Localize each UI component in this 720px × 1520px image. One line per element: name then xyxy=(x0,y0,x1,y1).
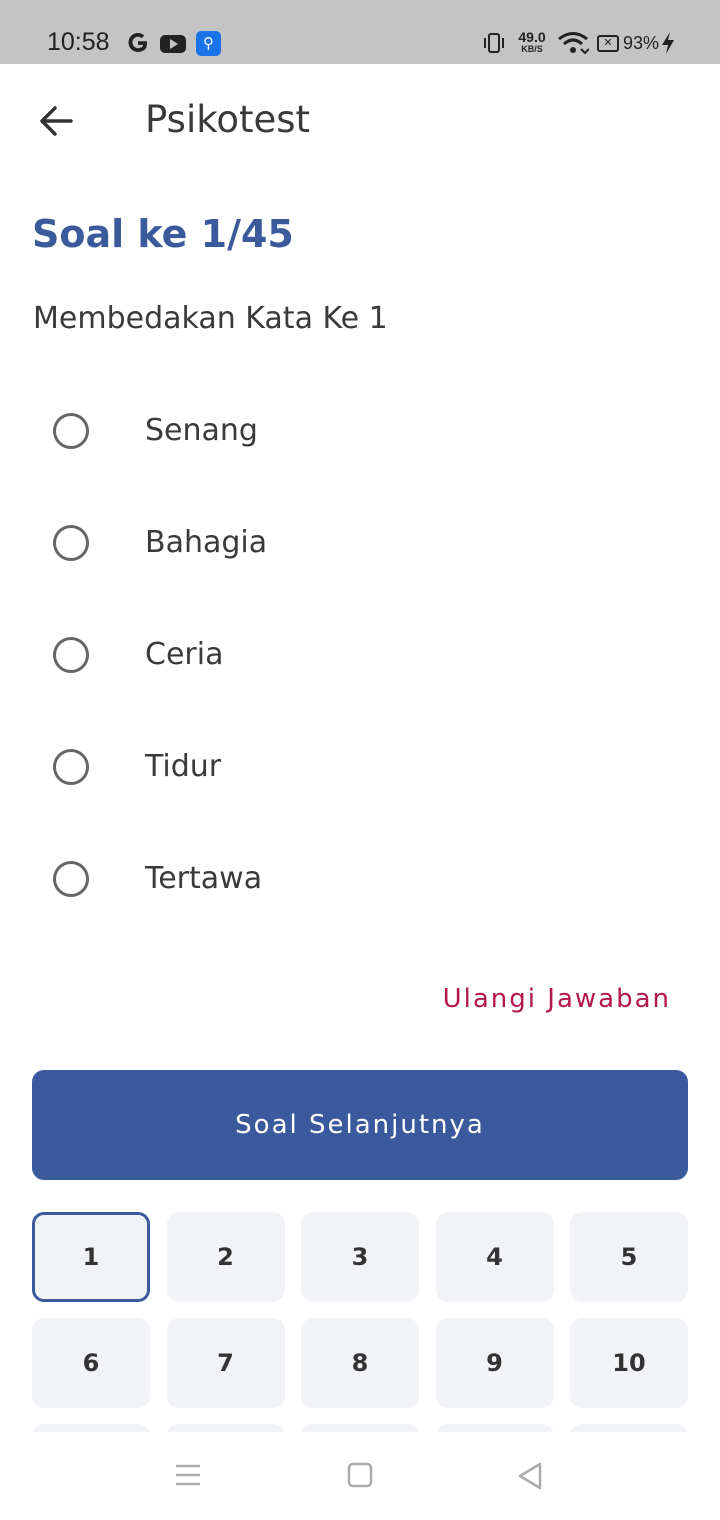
wifi-icon xyxy=(558,32,589,55)
radio-button[interactable] xyxy=(53,749,89,785)
radio-button[interactable] xyxy=(53,861,89,897)
arrow-left-icon xyxy=(40,106,73,136)
question-nav-grid: 1 2 3 4 5 6 7 8 9 10 xyxy=(32,1212,688,1432)
page-title: Psikotest xyxy=(145,98,311,141)
answer-option-label: Tertawa xyxy=(145,861,263,896)
answer-option[interactable]: Tidur xyxy=(32,722,688,812)
answer-option-label: Senang xyxy=(145,413,258,448)
status-bar: 10:58 ⚲ 49.0 KB/S ✕ 93% xyxy=(0,0,720,64)
question-nav-item[interactable]: 2 xyxy=(166,1212,285,1302)
question-nav-item[interactable] xyxy=(570,1424,688,1432)
question-nav-item[interactable] xyxy=(301,1424,419,1432)
google-icon xyxy=(128,33,147,52)
system-nav-bar xyxy=(0,1432,720,1520)
radio-button[interactable] xyxy=(53,525,89,561)
question-nav-item[interactable]: 6 xyxy=(32,1318,150,1408)
answer-option[interactable]: Senang xyxy=(32,386,688,476)
status-time: 10:58 xyxy=(47,28,110,56)
menu-icon[interactable] xyxy=(175,1462,201,1488)
radio-button[interactable] xyxy=(53,637,89,673)
question-nav-item[interactable] xyxy=(435,1424,554,1432)
question-nav-item[interactable]: 8 xyxy=(301,1318,419,1408)
youtube-icon xyxy=(160,35,186,53)
question-nav-item[interactable]: 10 xyxy=(570,1318,688,1408)
back-nav-icon[interactable] xyxy=(517,1462,543,1490)
charging-icon xyxy=(662,32,674,54)
answer-option-label: Bahagia xyxy=(145,525,268,560)
home-icon[interactable] xyxy=(347,1462,373,1488)
question-nav-item[interactable]: 9 xyxy=(435,1318,554,1408)
battery-saver-icon: ✕ xyxy=(597,35,619,52)
answer-option[interactable]: Ceria xyxy=(32,610,688,700)
question-nav-item[interactable]: 3 xyxy=(301,1212,419,1302)
question-nav-item[interactable] xyxy=(166,1424,285,1432)
app-bar: Psikotest xyxy=(0,64,720,176)
question-nav-item[interactable]: 4 xyxy=(435,1212,554,1302)
question-text: Membedakan Kata Ke 1 xyxy=(33,301,388,336)
question-nav-item[interactable]: 5 xyxy=(570,1212,688,1302)
question-nav-item[interactable] xyxy=(32,1424,150,1432)
back-button[interactable] xyxy=(30,94,84,148)
question-number: Soal ke 1/45 xyxy=(32,212,294,256)
question-nav-item[interactable]: 7 xyxy=(166,1318,285,1408)
answer-option-label: Tidur xyxy=(145,749,222,784)
radio-button[interactable] xyxy=(53,413,89,449)
network-speed-value: 49.0 xyxy=(518,29,546,45)
network-speed: 49.0 KB/S xyxy=(515,30,549,54)
question-nav-item[interactable]: 1 xyxy=(32,1212,150,1302)
usb-icon: ⚲ xyxy=(196,31,221,56)
reset-answer-button[interactable]: Ulangi Jawaban xyxy=(443,984,671,1014)
next-question-button[interactable]: Soal Selanjutnya xyxy=(32,1070,688,1180)
network-speed-unit: KB/S xyxy=(521,44,543,54)
battery-percent: 93% xyxy=(623,33,660,53)
answer-option[interactable]: Tertawa xyxy=(32,834,688,924)
vibrate-icon xyxy=(484,33,504,53)
answer-option-label: Ceria xyxy=(145,637,224,672)
answer-option[interactable]: Bahagia xyxy=(32,498,688,588)
